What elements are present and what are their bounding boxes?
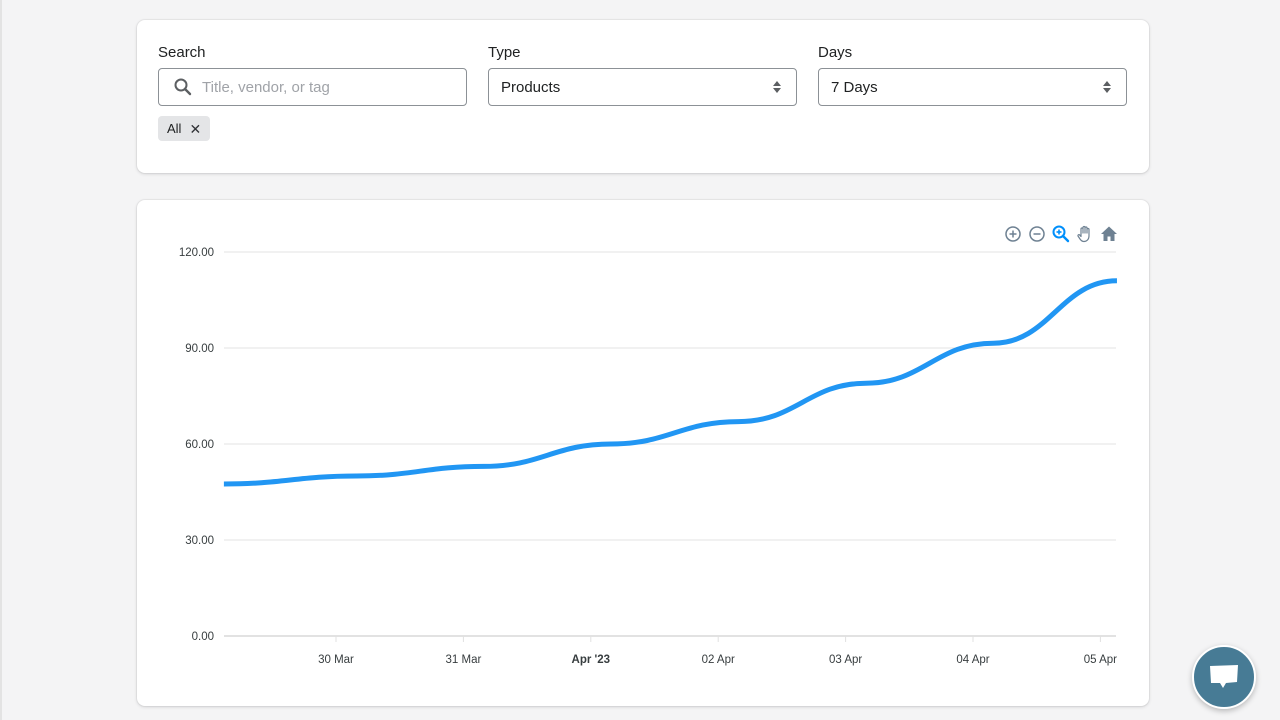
- x-tick-label: 30 Mar: [318, 654, 354, 666]
- type-select[interactable]: Products: [488, 68, 797, 106]
- search-icon: [173, 77, 193, 97]
- y-tick-label: 120.00: [179, 247, 214, 259]
- search-input[interactable]: [202, 69, 466, 105]
- chat-button[interactable]: [1192, 645, 1256, 709]
- select-arrows-icon: [772, 81, 782, 93]
- y-tick-label: 90.00: [185, 343, 214, 355]
- y-tick-label: 30.00: [185, 535, 214, 547]
- close-icon[interactable]: ✕: [189, 122, 201, 136]
- days-label: Days: [818, 44, 853, 61]
- search-label: Search: [158, 44, 206, 61]
- select-arrows-icon: [1102, 81, 1112, 93]
- series-line-products[interactable]: [223, 278, 1117, 487]
- x-tick-label: 04 Apr: [956, 654, 989, 666]
- y-tick-label: 60.00: [185, 439, 214, 451]
- type-select-value: Products: [501, 78, 561, 96]
- days-field: Days 7 Days: [818, 44, 1127, 106]
- chart-card: 120.00 90.00 60.00 30.00 0.00 30 Mar 31 Mar Apr…: [137, 200, 1149, 706]
- line-chart[interactable]: 120.00 90.00 60.00 30.00 0.00 30 Mar 31 Mar Apr…: [137, 200, 1149, 706]
- x-tick-label: 02 Apr: [702, 654, 735, 666]
- filter-tag-all: All ✕: [158, 116, 211, 141]
- chat-bubble-icon: [1210, 665, 1238, 688]
- y-tick-label: 0.00: [192, 631, 214, 643]
- type-field: Type Products: [488, 44, 797, 106]
- x-tick-label: 03 Apr: [829, 654, 862, 666]
- x-tick-label: 31 Mar: [446, 654, 482, 666]
- type-label: Type: [488, 44, 521, 61]
- search-box[interactable]: [158, 68, 467, 106]
- days-select-value: 7 Days: [831, 78, 878, 96]
- days-select[interactable]: 7 Days: [818, 68, 1127, 106]
- filters-card: Search Type Products Days 7 Days: [137, 20, 1149, 173]
- x-tick-label: 05 Apr: [1084, 654, 1117, 666]
- x-tick-label: Apr '23: [572, 654, 611, 666]
- filter-tag-label: All: [167, 121, 182, 136]
- search-field: Search: [158, 44, 467, 106]
